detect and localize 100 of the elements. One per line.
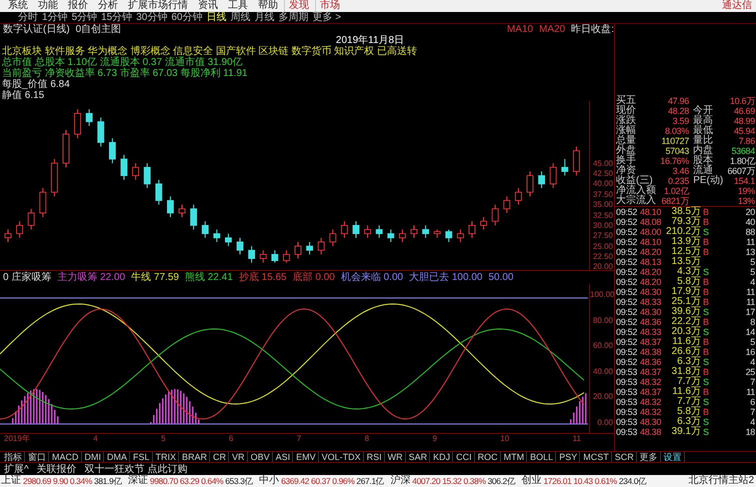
index-amount: 381.9亿: [94, 475, 122, 487]
indicator-tab[interactable]: DMA: [105, 452, 130, 462]
period-tab[interactable]: 30分钟: [136, 12, 168, 23]
menu-item[interactable]: 工具: [224, 0, 252, 12]
menu-item[interactable]: 功能: [34, 0, 62, 12]
period-tab[interactable]: 1分钟: [42, 12, 68, 23]
tick-side: B: [702, 367, 710, 377]
indicator-tab[interactable]: VR: [230, 452, 248, 462]
candle: [86, 108, 93, 126]
index-amount: 653.3亿: [225, 475, 254, 487]
quote-value: 16.76%: [660, 156, 689, 166]
indicator-tab[interactable]: FSL: [131, 452, 153, 462]
menu-item[interactable]: 分析: [94, 0, 122, 12]
menu-item[interactable]: 发现: [284, 0, 313, 12]
menu-item[interactable]: 帮助: [254, 0, 282, 12]
period-tab[interactable]: 更多 >: [312, 12, 342, 23]
candle: [376, 224, 383, 238]
candle: [271, 250, 278, 264]
index-change: 60.37: [311, 475, 330, 487]
tick-volume: 6.3万: [677, 357, 701, 367]
tick-time: 09:52: [616, 247, 638, 257]
tick-volume: 12.5万: [670, 247, 701, 257]
price-axis-label: 30.00: [592, 220, 614, 230]
index-percent: 0.64%: [201, 475, 224, 487]
index-value: 2980.69: [23, 475, 51, 487]
period-tab[interactable]: 多周期: [278, 12, 308, 23]
tick-side: B: [702, 277, 710, 287]
indicator-tab[interactable]: PSY: [557, 452, 580, 462]
candle: [144, 162, 151, 189]
prev-close-label: 昨日收盘:: [571, 24, 614, 35]
indicator-tab[interactable]: EMV: [294, 452, 319, 462]
indicator-tab[interactable]: TRIX: [154, 452, 180, 462]
tick-volume: 25.1万: [670, 297, 701, 307]
indicator-tab[interactable]: VOL-TDX: [320, 452, 364, 462]
tick-side: S: [702, 397, 710, 407]
candle: [399, 229, 406, 242]
sub-bar-link[interactable]: 扩展^: [4, 464, 29, 474]
menu-item[interactable]: 报价: [64, 0, 92, 12]
indicator-tab[interactable]: RSI: [364, 452, 385, 462]
tick-volume: 13.5万: [670, 257, 701, 267]
period-tab[interactable]: 60分钟: [171, 12, 202, 23]
indicator-tab[interactable]: MCST: [581, 452, 612, 462]
quote-label: 现价: [616, 106, 637, 116]
date-label: 2019年11月8日: [336, 35, 404, 46]
indicator-tab[interactable]: OBV: [248, 452, 273, 462]
candle: [97, 117, 104, 148]
period-tab[interactable]: 分时: [18, 12, 38, 23]
indicator-tab[interactable]: ROC: [476, 452, 501, 462]
candle: [341, 220, 348, 238]
quote-value: 7.86: [738, 136, 755, 146]
indicator-tab[interactable]: 指标: [2, 452, 25, 462]
tick-side: B: [702, 237, 710, 247]
period-tab[interactable]: 周线: [230, 12, 250, 23]
candle: [318, 237, 325, 255]
indicator-tab[interactable]: WR: [386, 452, 406, 462]
candle: [236, 237, 244, 255]
tick-side: B: [702, 247, 710, 257]
indicator-tab[interactable]: CCI: [454, 452, 475, 462]
sub-bar-link[interactable]: 双十一狂欢节 点此订购: [84, 464, 188, 474]
period-tab[interactable]: 5分钟: [72, 12, 98, 23]
period-tab[interactable]: 月线: [254, 12, 274, 23]
indicator-tab[interactable]: 更多: [638, 452, 661, 462]
time-axis-label: 4: [93, 434, 99, 444]
candle: [109, 138, 116, 164]
indicator-tab[interactable]: MTM: [502, 452, 528, 462]
time-axis-label: 5: [161, 434, 167, 444]
quote-value: 1.02亿: [662, 186, 689, 196]
indicator-tab[interactable]: KDJ: [431, 452, 454, 462]
indicator-tab[interactable]: ASI: [274, 452, 294, 462]
tick-time: 09:52: [616, 347, 638, 357]
candle: [202, 220, 209, 238]
index-value: 9980.70: [150, 475, 178, 487]
tick-count: 14: [744, 327, 755, 337]
tick-volume: 22.2万: [670, 317, 701, 327]
index-value: 1726.01: [543, 475, 572, 487]
period-tab[interactable]: 15分钟: [101, 12, 132, 23]
tick-price: 48.38: [640, 427, 662, 437]
indicator-tab[interactable]: MACD: [50, 452, 82, 462]
sub-bar-link[interactable]: 关联报价: [36, 464, 77, 474]
tick-price: 48.20: [640, 267, 662, 277]
indicator-name: 0 庄家吸筹: [3, 272, 52, 283]
time-axis-label: 9: [432, 434, 438, 444]
capital-info: 当前盈亏 净资收益率 6.73 市盈率 67.03 每股净利 11.91: [2, 68, 248, 79]
quote-label: 收益(三): [616, 176, 653, 186]
period-tab[interactable]: 日线: [206, 12, 226, 23]
indicator-tab[interactable]: SAR: [406, 452, 430, 462]
tick-count: 13: [744, 247, 755, 257]
tick-side: S: [702, 377, 710, 387]
indicator-tab[interactable]: 设置: [662, 452, 685, 462]
indicator-tab[interactable]: SCR: [612, 452, 637, 462]
quote-label: 股本: [693, 156, 714, 166]
tick-price: 48.00: [640, 227, 662, 237]
indicator-value: 熊线 22.41: [184, 272, 233, 283]
indicator-tab[interactable]: BRAR: [180, 452, 210, 462]
indicator-tab[interactable]: CR: [211, 452, 230, 462]
indicator-tab[interactable]: 窗口: [26, 452, 49, 462]
menu-item[interactable]: 资讯: [194, 0, 222, 12]
indicator-tab[interactable]: DMI: [82, 452, 104, 462]
candle: [515, 188, 522, 206]
indicator-tab[interactable]: BOLL: [528, 452, 556, 462]
